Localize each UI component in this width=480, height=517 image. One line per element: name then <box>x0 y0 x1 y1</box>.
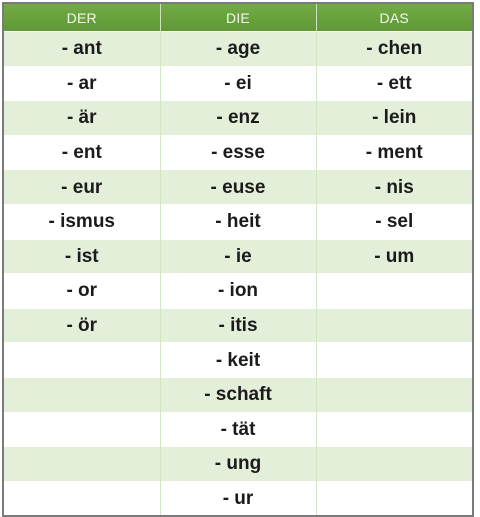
cell-der <box>4 446 161 482</box>
header-der: DER <box>4 4 161 32</box>
cell-der: - ent <box>4 134 161 170</box>
cell-die: - tät <box>160 411 317 447</box>
table-row: - ist - ie - um <box>4 238 472 274</box>
cell-der: - ör <box>4 307 161 343</box>
cell-das: - lein <box>316 100 472 136</box>
cell-das: - sel <box>316 203 472 240</box>
cell-das <box>316 273 472 309</box>
cell-die: - enz <box>160 100 317 136</box>
cell-die: - ur <box>160 480 317 516</box>
cell-der: - ist <box>4 238 161 274</box>
cell-der: - ant <box>4 31 161 67</box>
cell-die: - ion <box>160 273 317 309</box>
table-header: DER DIE DAS <box>4 4 472 32</box>
cell-die: - keit <box>160 342 317 378</box>
table-row: - ung <box>4 446 472 482</box>
table-row: - ör - itis <box>4 307 472 343</box>
cell-die: - schaft <box>160 376 317 413</box>
table-row: - ar - ei - ett <box>4 65 472 101</box>
table-row: - tät <box>4 411 472 447</box>
header-die: DIE <box>160 4 317 32</box>
cell-das <box>316 411 472 447</box>
cell-die: - ung <box>160 446 317 482</box>
suffix-gender-table-container: DER DIE DAS - ant - age - chen - ar - ei… <box>2 2 474 517</box>
cell-die: - itis <box>160 307 317 343</box>
table-row: - ismus - heit - sel <box>4 203 472 240</box>
header-row: DER DIE DAS <box>4 4 472 32</box>
cell-das <box>316 376 472 413</box>
cell-die: - euse <box>160 169 317 205</box>
cell-die: - ie <box>160 238 317 274</box>
cell-die: - age <box>160 31 317 67</box>
cell-der: - ismus <box>4 203 161 240</box>
table-row: - keit <box>4 342 472 378</box>
cell-der <box>4 342 161 378</box>
cell-die: - esse <box>160 134 317 170</box>
cell-das: - ment <box>316 134 472 170</box>
cell-die: - ei <box>160 65 317 101</box>
table-body: - ant - age - chen - ar - ei - ett - är … <box>4 31 472 516</box>
table-row: - or - ion <box>4 273 472 309</box>
cell-das: - chen <box>316 31 472 67</box>
table-row: - ant - age - chen <box>4 31 472 67</box>
cell-das: - nis <box>316 169 472 205</box>
cell-das: - ett <box>316 65 472 101</box>
cell-die: - heit <box>160 203 317 240</box>
cell-das <box>316 480 472 516</box>
header-das: DAS <box>316 4 472 32</box>
table-row: - schaft <box>4 376 472 413</box>
cell-der: - eur <box>4 169 161 205</box>
cell-der <box>4 411 161 447</box>
cell-der: - ar <box>4 65 161 101</box>
cell-der: - är <box>4 100 161 136</box>
cell-der: - or <box>4 273 161 309</box>
cell-das: - um <box>316 238 472 274</box>
table-row: - eur - euse - nis <box>4 169 472 205</box>
cell-der <box>4 376 161 413</box>
cell-das <box>316 446 472 482</box>
table-row: - ent - esse - ment <box>4 134 472 170</box>
table-row: - är - enz - lein <box>4 100 472 136</box>
cell-der <box>4 480 161 516</box>
table-row: - ur <box>4 480 472 516</box>
cell-das <box>316 342 472 378</box>
suffix-gender-table: DER DIE DAS - ant - age - chen - ar - ei… <box>4 4 472 516</box>
cell-das <box>316 307 472 343</box>
